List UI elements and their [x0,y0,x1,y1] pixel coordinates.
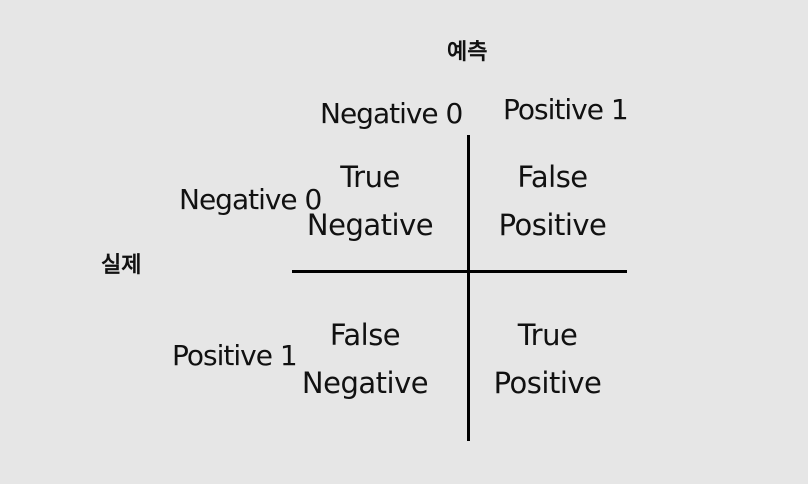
cell-true-negative-line2: Negative [306,208,434,242]
cell-true-positive: True Positive [480,311,615,407]
predicted-axis-title: 예측 [447,40,488,65]
cell-true-negative-line1: True [340,160,400,194]
actual-axis-title: 실제 [101,253,142,278]
column-label-negative: Negative 0 [320,97,463,130]
cell-true-positive-line1: True [517,318,578,352]
horizontal-divider [292,270,627,273]
cell-false-negative-line1: False [329,318,401,352]
cell-true-negative: True Negative [300,153,440,249]
cell-false-positive-line1: False [517,160,588,194]
cell-false-negative: False Negative [295,311,435,407]
cell-false-negative-line2: Negative [301,366,429,400]
cell-false-positive: False Positive [485,153,620,249]
cell-true-positive-line2: Positive [493,366,602,400]
column-label-positive: Positive 1 [503,93,629,126]
vertical-divider [467,135,470,441]
row-label-positive: Positive 1 [172,339,298,372]
cell-false-positive-line2: Positive [498,208,607,242]
